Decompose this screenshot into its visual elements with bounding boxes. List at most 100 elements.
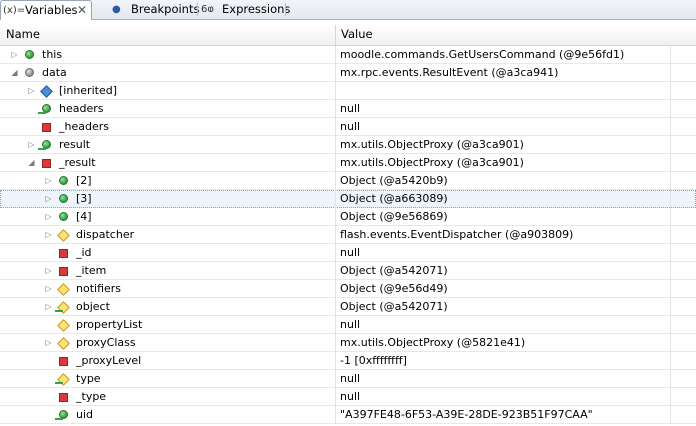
accessor-marker-icon [55,382,63,384]
column-divider [335,190,336,208]
variable-row[interactable]: _type null [0,388,696,406]
variable-row[interactable]: ▷ notifiers Object (@9e56d49) [0,280,696,298]
column-divider [335,334,336,352]
column-header: Name Value [0,25,696,46]
tab-variables[interactable]: (x)= Variables ✕ [0,0,92,20]
variable-name: _result [59,156,96,169]
expand-icon[interactable]: ▷ [44,280,53,297]
accessor-marker-icon [55,418,63,420]
close-icon[interactable]: ✕ [77,1,87,19]
tab-expressions[interactable]: 6ⱷ Expressions [199,0,291,19]
column-divider [670,298,671,316]
expand-icon[interactable]: ▷ [44,208,53,225]
column-divider [335,388,336,406]
variable-value: null [340,102,361,115]
variable-name: [inherited] [59,84,117,97]
variable-value: null [340,120,361,133]
tab-expressions-label: Expressions [222,2,291,16]
variable-row[interactable]: ▷ _item Object (@a542071) [0,262,696,280]
variable-name: type [76,372,101,385]
variable-name: _type [76,390,107,403]
column-divider [670,262,671,280]
column-divider [335,172,336,190]
variable-name: proxyClass [76,336,136,349]
variable-row[interactable]: ▷ dispatcher flash.events.EventDispatcher … [0,226,696,244]
column-divider [335,118,336,136]
column-divider [335,82,336,100]
accessor-marker-icon [55,310,63,312]
variable-value: Object (@a542071) [340,264,448,277]
column-divider [335,154,336,172]
accessor-marker-icon [38,148,46,150]
variable-row[interactable]: _proxyLevel -1 [0xffffffff] [0,352,696,370]
view-tab-bar: (x)= Variables ✕ ● Breakpoints 6ⱷ Expres… [0,0,696,20]
variable-value: null [340,372,361,385]
variable-row[interactable]: ▷ [2] Object (@a5420b9) [0,172,696,190]
gray-circle-icon [25,68,34,77]
column-divider [335,370,336,388]
expand-icon[interactable]: ▷ [44,226,53,243]
variable-name: dispatcher [76,228,135,241]
variable-row[interactable]: ◢ _result mx.utils.ObjectProxy (@a3ca901) [0,154,696,172]
column-divider [670,118,671,136]
column-divider [335,316,336,334]
variable-row[interactable]: ◢ data mx.rpc.events.ResultEvent (@a3ca941… [0,64,696,82]
column-divider [670,46,671,64]
variable-row[interactable]: ▷ object Object (@a542071) [0,298,696,316]
variable-row[interactable]: ▷ result mx.utils.ObjectProxy (@a3ca901) [0,136,696,154]
variable-row[interactable]: ▷ [inherited] [0,82,696,100]
expand-icon[interactable]: ▷ [44,262,53,279]
breakpoints-icon: ● [112,4,121,15]
collapse-icon[interactable]: ◢ [10,64,19,81]
variable-row[interactable]: headers null [0,100,696,118]
expand-icon[interactable]: ▷ [44,172,53,189]
variable-row[interactable]: type null [0,370,696,388]
collapse-icon[interactable]: ◢ [27,154,36,171]
name-column-header[interactable]: Name [6,25,40,45]
red-square-icon [59,357,68,366]
variable-row[interactable]: _headers null [0,118,696,136]
variable-row[interactable]: ▷ this moodle.commands.GetUsersCommand (@9… [0,46,696,64]
expand-icon[interactable]: ▷ [44,298,53,315]
variable-name: headers [59,102,104,115]
variable-row[interactable]: propertyList null [0,316,696,334]
variable-row[interactable]: ▷ proxyClass mx.utils.ObjectProxy (@5821e4… [0,334,696,352]
tab-separator [197,3,198,16]
tab-breakpoints[interactable]: ● Breakpoints [96,0,199,19]
yellow-diamond-icon [57,229,70,242]
variable-value: -1 [0xffffffff] [340,354,407,367]
variable-value: Object (@a5420b9) [340,174,448,187]
variable-value: moodle.commands.GetUsersCommand (@9e56fd… [340,48,625,61]
variable-name: [4] [76,210,92,223]
red-square-icon [42,123,51,132]
variable-name: _headers [59,120,109,133]
variable-row[interactable]: ▷ [4] Object (@9e56869) [0,208,696,226]
value-column-header[interactable]: Value [341,25,373,45]
column-divider [670,64,671,82]
variable-row[interactable]: uid "A397FE48-6F53-A39E-28DE-923B51F97CAA… [0,406,696,424]
column-divider [335,226,336,244]
column-divider [335,100,336,118]
variable-name: uid [76,408,94,421]
column-divider[interactable] [335,25,336,45]
expand-icon[interactable]: ▷ [44,334,53,351]
variable-row[interactable]: ▷ [3] Object (@a663089) [0,190,696,208]
expand-icon[interactable]: ▷ [27,82,36,99]
column-divider [670,172,671,190]
variable-name: propertyList [76,318,143,331]
column-divider [335,46,336,64]
column-divider [335,244,336,262]
variable-value: mx.utils.ObjectProxy (@a3ca901) [340,138,524,151]
column-divider [670,190,671,208]
variable-value: Object (@9e56869) [340,210,448,223]
green-circle-icon [59,212,68,221]
variable-name: this [42,48,63,61]
column-divider [670,136,671,154]
expand-icon[interactable]: ▷ [44,190,53,207]
expand-icon[interactable]: ▷ [27,136,36,153]
column-divider [670,82,671,100]
column-divider [335,298,336,316]
tab-variables-label: Variables [25,3,78,17]
expand-icon[interactable]: ▷ [10,46,19,63]
variable-row[interactable]: _id null [0,244,696,262]
